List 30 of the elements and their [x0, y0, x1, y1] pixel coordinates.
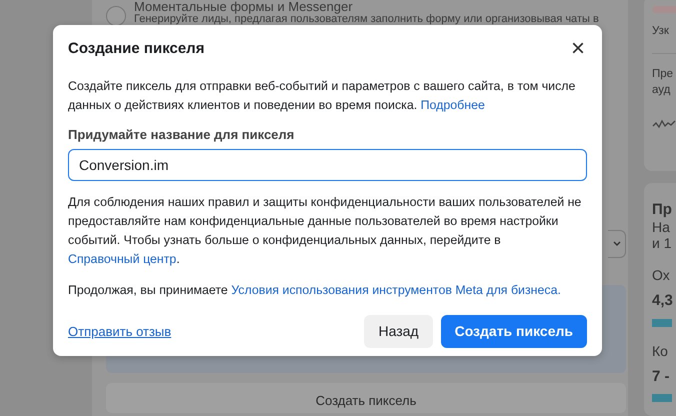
side-heading: Пр [652, 201, 673, 219]
metric-bar [652, 394, 672, 402]
caret-icon [612, 241, 620, 247]
side-text: ауд [652, 83, 672, 98]
field-label: Придумайте название для пикселя [68, 127, 296, 143]
side-text: Пре [652, 67, 674, 82]
back-button[interactable]: Назад [364, 315, 433, 348]
link[interactable]: Подробнее [420, 98, 485, 112]
option-description: Генерируйте лиды, предлагая пользователям заполнить форму или организовывая чаты в [134, 13, 599, 25]
metric-label: Ко [652, 342, 669, 360]
pixel-name-field[interactable]: Conversion.im [68, 149, 587, 181]
create-pixel-button[interactable]: Создать пиксель [106, 383, 626, 413]
side-text: Узк [652, 24, 670, 39]
link[interactable]: Справочный центр [68, 252, 176, 266]
metric-label: Ох [652, 266, 671, 285]
dialog-title: Создание пикселя [68, 38, 204, 59]
side-text: и 1 [652, 235, 672, 251]
create-pixel-button[interactable]: Создать пиксель [440, 315, 587, 348]
feedback-link[interactable]: Отправить отзыв [68, 322, 172, 342]
intro-text: Создайте пиксель для отправки веб-событий и параметров с вашего сайта, в том числе данных о действиях клиентов и поведении во время поиска. Подробнее [68, 78, 576, 114]
metric-value: 7 - [652, 366, 671, 386]
option-title: Моментальные формы и Messenger [134, 0, 354, 13]
metric-value: 4,3 [652, 291, 674, 311]
radio-button[interactable] [106, 6, 126, 26]
side-text: На [652, 219, 671, 235]
close-button[interactable]: × [568, 39, 587, 59]
metric-bar [652, 318, 672, 326]
privacy-note: Для соблюдения наших правил и защиты конфиденциальности ваших пользователей не предоставляйте нам конфиденциальные данные пользователей во время настройки событий. Чтобы узнать больше о конфиденциальных данных, перейдите в Справочный центр. [68, 194, 582, 268]
link[interactable]: Условия использования инструментов Meta для бизнеса. [231, 283, 561, 297]
terms-text: Продолжая, вы принимаете Условия использования инструментов Meta для бизнеса. [68, 282, 562, 299]
